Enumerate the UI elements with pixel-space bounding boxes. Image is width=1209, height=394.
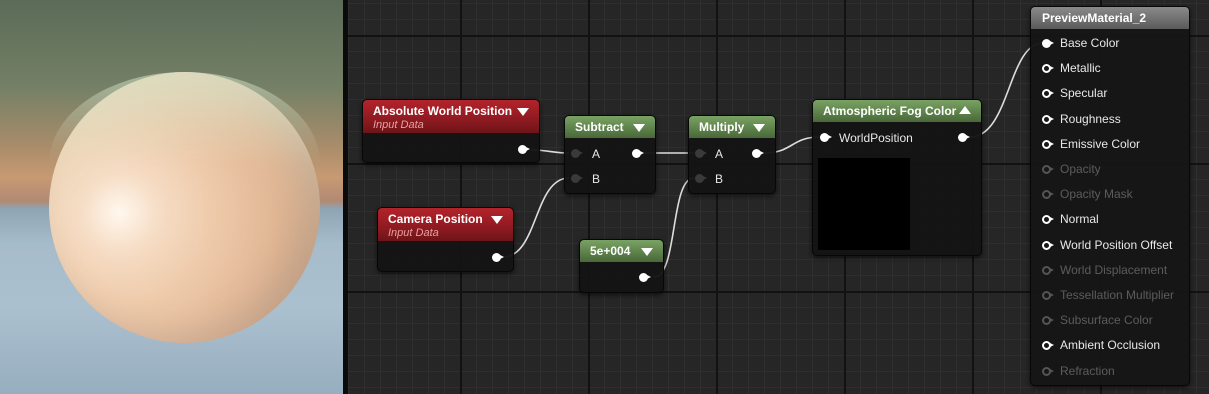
input-pin-tessellation-multiplier — [1042, 291, 1054, 300]
material-result-node[interactable]: PreviewMaterial_2 Base Color Metallic Spec… — [1030, 6, 1190, 386]
input-pin-world-position-offset[interactable] — [1042, 240, 1054, 250]
pin-label-metallic: Metallic — [1060, 61, 1101, 76]
node-header[interactable]: 5e+004 — [580, 240, 663, 262]
input-pin-b[interactable] — [695, 174, 707, 183]
material-preview-viewport[interactable] — [0, 0, 343, 394]
pin-label-subsurface-color: Subsurface Color — [1060, 313, 1153, 328]
preview-sphere — [49, 72, 320, 343]
node-header[interactable]: Subtract — [565, 116, 655, 138]
input-pin-specular[interactable] — [1042, 89, 1054, 99]
pin-label-world-displacement: World Displacement — [1060, 262, 1168, 277]
pin-label-world-position-offset: World Position Offset — [1060, 237, 1173, 252]
material-graph-canvas[interactable]: Absolute World Position Input Data Camer… — [348, 0, 1209, 394]
input-pin-b[interactable] — [571, 174, 583, 183]
node-title: Multiply — [699, 120, 745, 134]
input-pin-worldposition[interactable] — [820, 133, 832, 142]
multiply-node[interactable]: Multiply A B — [688, 115, 776, 194]
node-title: Atmospheric Fog Color — [823, 104, 957, 118]
node-title: Absolute World Position — [373, 104, 513, 118]
collapse-arrow-icon[interactable] — [633, 124, 645, 132]
pin-label-b: B — [592, 172, 601, 186]
input-pin-roughness[interactable] — [1042, 114, 1054, 124]
node-header[interactable]: Camera Position Input Data — [378, 208, 513, 241]
input-pin-world-displacement — [1042, 265, 1054, 275]
pin-label-opacity-mask: Opacity Mask — [1060, 187, 1133, 202]
input-pin-ambient-occlusion[interactable] — [1042, 341, 1054, 351]
node-header[interactable]: Multiply — [689, 116, 775, 138]
input-pin-metallic[interactable] — [1042, 64, 1054, 74]
input-pin-a[interactable] — [571, 149, 583, 158]
pin-label-a: A — [715, 147, 724, 161]
input-pin-base-color[interactable] — [1042, 39, 1054, 48]
pin-label-ambient-occlusion: Ambient Occlusion — [1060, 338, 1161, 353]
pin-label-a: A — [592, 147, 601, 161]
output-pin[interactable] — [639, 273, 651, 282]
output-pin[interactable] — [492, 253, 504, 262]
pin-label-roughness: Roughness — [1060, 111, 1121, 126]
node-preview-thumbnail — [818, 158, 910, 250]
input-pin-normal[interactable] — [1042, 215, 1054, 225]
output-pin[interactable] — [958, 133, 970, 142]
node-header[interactable]: PreviewMaterial_2 — [1031, 7, 1189, 29]
input-pin-emissive-color[interactable] — [1042, 139, 1054, 149]
expand-arrow-icon[interactable] — [959, 106, 971, 114]
subtract-node[interactable]: Subtract A B — [564, 115, 656, 194]
pin-label-normal: Normal — [1060, 212, 1099, 227]
node-title: PreviewMaterial_2 — [1042, 11, 1147, 25]
input-pin-subsurface-color — [1042, 316, 1054, 326]
camera-position-node[interactable]: Camera Position Input Data — [377, 207, 514, 272]
output-pin[interactable] — [518, 145, 530, 154]
pin-label-tessellation-multiplier: Tessellation Multiplier — [1060, 288, 1175, 302]
pin-label-refraction: Refraction — [1060, 363, 1115, 378]
collapse-arrow-icon[interactable] — [517, 108, 529, 116]
collapse-arrow-icon[interactable] — [753, 124, 765, 132]
pin-label-base-color: Base Color — [1060, 36, 1120, 50]
node-subtitle: Input Data — [388, 227, 439, 239]
output-pin[interactable] — [632, 149, 644, 158]
collapse-arrow-icon[interactable] — [491, 216, 503, 224]
pin-label-emissive-color: Emissive Color — [1060, 136, 1141, 151]
output-pin[interactable] — [752, 149, 764, 158]
constant-value: 5e+004 — [590, 244, 631, 258]
atmospheric-fog-color-node[interactable]: Atmospheric Fog Color WorldPosition — [812, 99, 982, 256]
node-title: Camera Position — [388, 212, 483, 226]
pin-label-worldposition: WorldPosition — [839, 131, 913, 145]
pin-label-b: B — [715, 172, 724, 186]
input-pin-opacity — [1042, 165, 1054, 174]
pin-label-specular: Specular — [1060, 86, 1108, 101]
node-subtitle: Input Data — [373, 119, 424, 131]
node-title: Subtract — [575, 120, 624, 134]
constant-node[interactable]: 5e+004 — [579, 239, 664, 293]
input-pin-opacity-mask — [1042, 190, 1054, 200]
collapse-arrow-icon[interactable] — [641, 248, 653, 256]
node-header[interactable]: Absolute World Position Input Data — [363, 100, 539, 133]
absolute-world-position-node[interactable]: Absolute World Position Input Data — [362, 99, 540, 163]
input-pin-refraction — [1042, 366, 1054, 376]
input-pin-a[interactable] — [695, 149, 707, 158]
node-header[interactable]: Atmospheric Fog Color — [813, 100, 981, 122]
pin-label-opacity: Opacity — [1060, 162, 1101, 176]
